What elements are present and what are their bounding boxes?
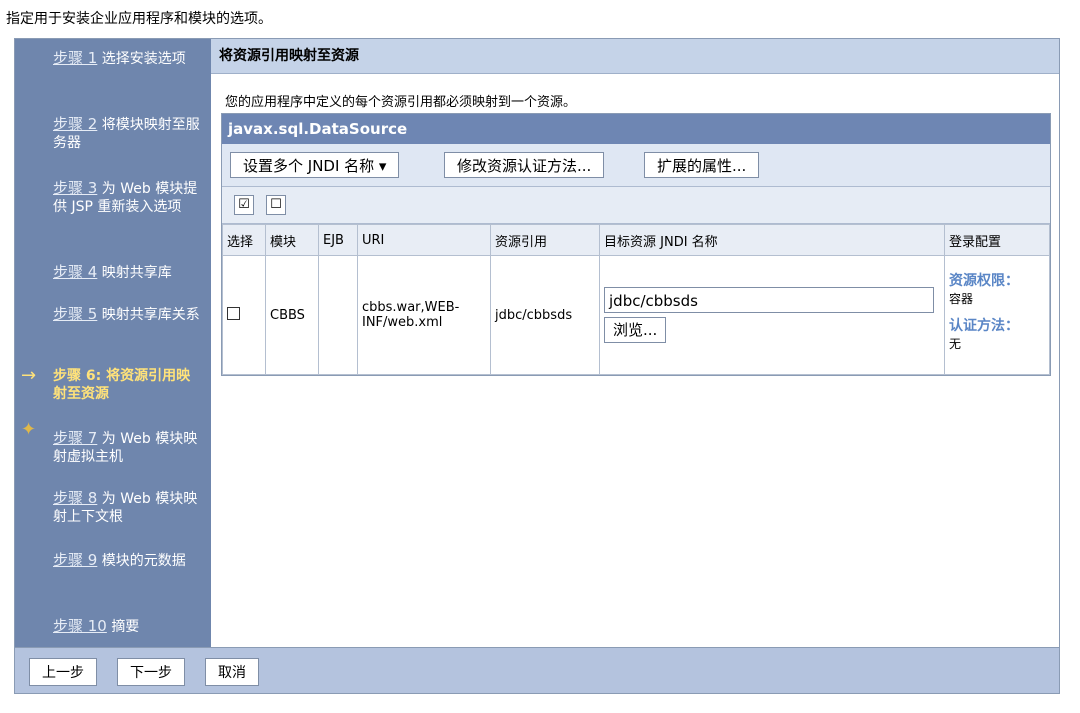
jndi-name-input[interactable]: jdbc/cbbsds (604, 287, 934, 313)
col-target-jndi: 目标资源 JNDI 名称 (599, 224, 945, 256)
panel-title: javax.sql.DataSource (222, 114, 1050, 144)
col-uri: URI (357, 224, 491, 256)
step-10[interactable]: 步骤 10 摘要 (53, 617, 203, 636)
step-3[interactable]: 步骤 3 为 Web 模块提供 JSP 重新装入选项 (53, 179, 203, 216)
panel-toolbar: 设置多个 JNDI 名称 ▾ 修改资源认证方法... 扩展的属性... (222, 144, 1050, 187)
step-7[interactable]: 步骤 7 为 Web 模块映射虚拟主机 (53, 429, 203, 466)
set-multiple-jndi-button[interactable]: 设置多个 JNDI 名称 ▾ (230, 152, 400, 178)
previous-button[interactable]: 上一步 (29, 658, 97, 686)
col-module: 模块 (265, 224, 319, 256)
step-8[interactable]: 步骤 8 为 Web 模块映射上下文根 (53, 489, 203, 526)
row-ejb (318, 255, 358, 375)
row-resource-ref: jdbc/cbbsds (490, 255, 600, 375)
step-5[interactable]: 步骤 5 映射共享库关系 (53, 305, 203, 324)
table-row: CBBS cbbs.war,WEB-INF/web.xml jdbc/cbbsd… (222, 255, 1050, 375)
wizard-frame: 步骤 1 选择安装选项 步骤 2 将模块映射至服务器 步骤 3 为 Web 模块… (14, 38, 1060, 694)
step-1[interactable]: 步骤 1 选择安装选项 (53, 49, 203, 68)
col-resource-ref: 资源引用 (490, 224, 600, 256)
selection-iconbar: ☑ ☐ (222, 187, 1050, 224)
resource-panel: javax.sql.DataSource 设置多个 JNDI 名称 ▾ 修改资源… (221, 113, 1051, 376)
step-9[interactable]: 步骤 9 模块的元数据 (53, 551, 203, 570)
auth-perm-label: 资源权限： (949, 273, 1019, 289)
deselect-all-icon[interactable]: ☐ (266, 195, 286, 215)
step-2[interactable]: 步骤 2 将模块映射至服务器 (53, 115, 203, 152)
step-4[interactable]: 步骤 4 映射共享库 (53, 263, 203, 282)
required-step-star-icon: ✦ (21, 419, 37, 440)
browse-button[interactable]: 浏览... (604, 317, 667, 343)
auth-perm-value: 容器 (949, 292, 974, 306)
page-title: 将资源引用映射至资源 (211, 39, 1059, 74)
col-ejb: EJB (318, 224, 358, 256)
modify-auth-method-button[interactable]: 修改资源认证方法... (444, 152, 605, 178)
select-all-icon[interactable]: ☑ (234, 195, 254, 215)
auth-method-value: 无 (949, 337, 962, 351)
step-6-current: 步骤 6: 将资源引用映射至资源 (53, 368, 191, 402)
extended-properties-button[interactable]: 扩展的属性... (644, 152, 760, 178)
page-description: 您的应用程序中定义的每个资源引用都必须映射到一个资源。 (225, 95, 577, 110)
row-uri: cbbs.war,WEB-INF/web.xml (357, 255, 491, 375)
auth-method-label: 认证方法： (949, 318, 1019, 334)
col-login-config: 登录配置 (944, 224, 1050, 256)
current-step-arrow-icon: → (21, 365, 37, 386)
col-select: 选择 (222, 224, 266, 256)
page-intro: 指定用于安装企业应用程序和模块的选项。 (6, 11, 272, 27)
row-select-checkbox[interactable] (227, 306, 240, 320)
resource-table: 选择 模块 EJB URI 资源引用 目标资源 JNDI 名称 登录配置 CBB… (222, 224, 1050, 375)
wizard-footer: 上一步 下一步 取消 (15, 647, 1059, 693)
wizard-sidebar: 步骤 1 选择安装选项 步骤 2 将模块映射至服务器 步骤 3 为 Web 模块… (15, 39, 211, 649)
wizard-main: 将资源引用映射至资源 您的应用程序中定义的每个资源引用都必须映射到一个资源。 j… (211, 39, 1059, 649)
cancel-button[interactable]: 取消 (205, 658, 259, 686)
row-module: CBBS (265, 255, 319, 375)
next-button[interactable]: 下一步 (117, 658, 185, 686)
